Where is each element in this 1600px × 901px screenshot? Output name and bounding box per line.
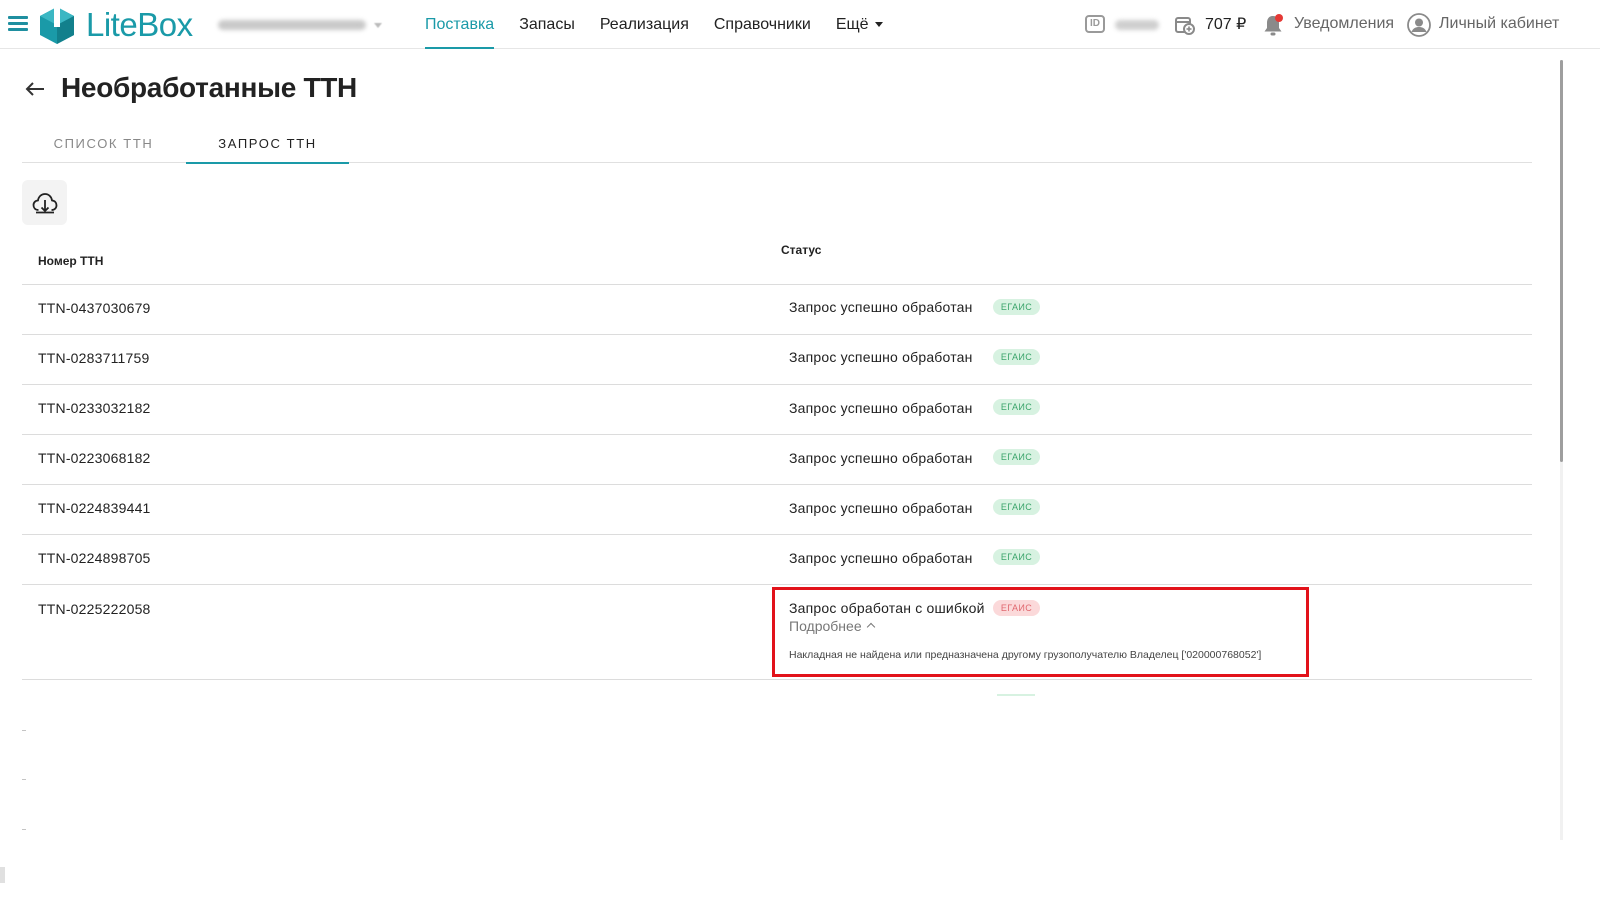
table-row-status: Запрос успешно обработан [789,400,973,416]
table-row-status: Запрос успешно обработан [789,299,973,315]
table-row-number[interactable]: TTN-0224898705 [38,550,151,566]
loading-indicator [997,694,1035,696]
notification-dot [1275,14,1283,22]
tab-ttn-request[interactable]: ЗАПРОС ТТН [186,124,349,164]
table-row-status-error: Запрос обработан с ошибкой [789,600,985,616]
scrollbar-thumb[interactable] [1560,60,1563,462]
egais-badge: ЕГАИС [993,349,1040,365]
error-message: Накладная не найдена или предназначена д… [789,649,1262,661]
notifications-link[interactable]: Уведомления [1294,15,1394,33]
nav-item-sales[interactable]: Реализация [600,0,689,49]
tabs: СПИСОК ТТН ЗАПРОС ТТН [22,124,1532,164]
nav-item-references[interactable]: Справочники [714,0,811,49]
user-avatar-icon[interactable] [1407,13,1431,37]
tab-ttn-list[interactable]: СПИСОК ТТН [22,124,185,163]
divider [22,384,1532,385]
download-button[interactable] [22,180,67,225]
table-row-number[interactable]: TTN-0223068182 [38,450,151,466]
table-row-number[interactable]: TTN-0283711759 [38,350,150,366]
nav-item-supply[interactable]: Поставка [425,0,495,49]
divider [22,284,1532,285]
chevron-up-icon [866,622,875,632]
main-nav: Поставка Запасы Реализация Справочники Е… [425,0,908,49]
divider [22,534,1532,535]
wallet-icon[interactable] [1175,15,1195,35]
nav-item-stock[interactable]: Запасы [519,0,575,49]
details-toggle[interactable]: Подробнее [789,618,875,634]
logo[interactable]: LiteBox [38,4,193,46]
caret-down-icon [874,22,883,28]
scroll-edge [0,867,5,883]
nav-item-more[interactable]: Ещё [836,0,883,49]
table-row-number[interactable]: TTN-0233032182 [38,400,151,416]
account-link[interactable]: Личный кабинет [1439,15,1559,33]
id-icon: ID [1085,15,1105,33]
divider [22,730,26,731]
egais-badge: ЕГАИС [993,399,1040,415]
menu-icon[interactable] [8,16,28,32]
organization-name-redacted [218,20,366,30]
divider [22,334,1532,335]
table-row-number[interactable]: TTN-0225222058 [38,601,151,617]
page-title: Необработанные ТТН [61,72,357,103]
account-id-redacted [1115,20,1159,30]
details-label: Подробнее [789,618,862,634]
column-header-status[interactable]: Статус [781,243,821,257]
nav-more-label: Ещё [835,16,869,33]
divider [22,779,26,780]
caret-down-icon [374,22,382,28]
divider [22,584,1532,585]
egais-badge: ЕГАИС [993,499,1040,515]
back-arrow-icon[interactable] [24,78,46,100]
balance-value[interactable]: 707 ₽ [1205,14,1246,34]
divider [22,829,26,830]
divider [22,434,1532,435]
egais-badge-error: ЕГАИС [993,600,1040,616]
table-row-status: Запрос успешно обработан [789,550,973,566]
organization-selector[interactable] [218,16,382,34]
divider [22,679,1532,680]
table-row-number[interactable]: TTN-0437030679 [38,300,151,316]
table-row-status: Запрос успешно обработан [789,349,973,365]
divider [22,484,1532,485]
cloud-download-icon [32,192,57,213]
egais-badge: ЕГАИС [993,549,1040,565]
litebox-logo-icon [40,5,74,44]
logo-text: LiteBox [86,6,193,43]
table-row-status: Запрос успешно обработан [789,450,973,466]
egais-badge: ЕГАИС [993,299,1040,315]
column-header-number[interactable]: Номер ТТН [38,254,103,268]
table-row-status: Запрос успешно обработан [789,500,973,516]
table-row-number[interactable]: TTN-0224839441 [38,500,151,516]
egais-badge: ЕГАИС [993,449,1040,465]
